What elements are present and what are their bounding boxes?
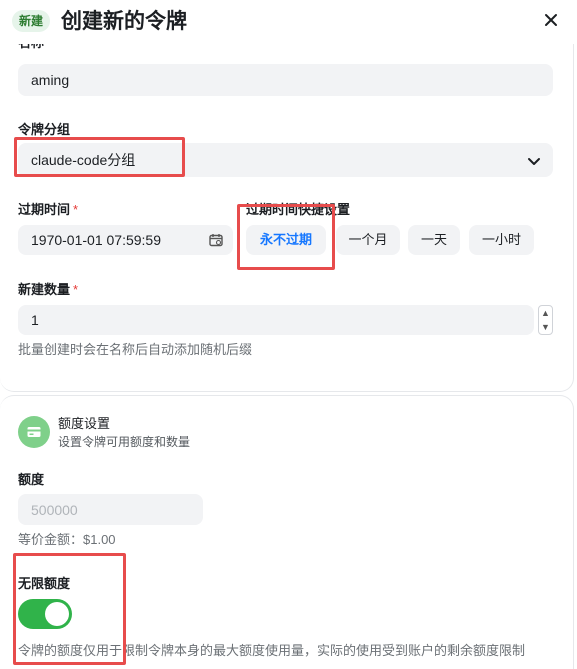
equiv-amount-text: 等价金额：$1.00	[18, 532, 116, 547]
expiry-label: 过期时间 *	[18, 202, 79, 217]
group-select-value: claude-code分组	[31, 152, 136, 168]
count-stepper[interactable]: ▲ ▼	[538, 305, 553, 335]
group-select[interactable]: claude-code分组	[18, 143, 553, 177]
count-input-value: 1	[31, 312, 39, 328]
unlimited-label: 无限额度	[18, 576, 71, 591]
quick-expiry-month[interactable]: 一个月	[336, 225, 400, 255]
quick-expiry-hour[interactable]: 一小时	[469, 225, 534, 255]
group-label: 令牌分组	[18, 122, 71, 137]
quota-input[interactable]: 500000	[18, 494, 203, 525]
close-icon[interactable]	[541, 10, 561, 30]
stepper-down-icon[interactable]: ▼	[539, 320, 552, 334]
name-input-value: aming	[31, 72, 70, 88]
count-help-text: 批量创建时会在名称后自动添加随机后缀	[18, 342, 253, 357]
expiry-date-input[interactable]: 1970-01-01 07:59:59	[18, 225, 233, 255]
quota-note-text: 令牌的额度仅用于限制令牌本身的最大额度使用量，实际的使用受到账户的剩余额度限制	[18, 643, 526, 658]
calendar-icon[interactable]	[209, 233, 223, 247]
modal-title: 创建新的令牌	[61, 10, 187, 33]
unlimited-toggle[interactable]	[18, 599, 72, 629]
count-label: 新建数量 *	[18, 282, 79, 297]
modal-header: 新建 创建新的令牌	[0, 0, 577, 44]
expiry-date-value: 1970-01-01 07:59:59	[31, 232, 161, 248]
quota-input-placeholder: 500000	[31, 501, 78, 518]
credit-card-icon	[18, 416, 50, 448]
count-input[interactable]: 1	[18, 305, 534, 335]
toggle-knob	[45, 602, 69, 626]
name-input[interactable]: aming	[18, 64, 553, 96]
quick-expiry-never[interactable]: 永不过期	[246, 225, 326, 255]
stepper-up-icon[interactable]: ▲	[539, 306, 552, 320]
quick-expiry-day[interactable]: 一天	[408, 225, 460, 255]
quota-label: 额度	[18, 472, 45, 487]
chevron-down-icon	[527, 154, 541, 168]
new-badge: 新建	[12, 10, 51, 32]
quota-section-subtitle: 设置令牌可用额度和数量	[58, 435, 191, 449]
quota-section-title: 额度设置	[58, 416, 111, 431]
quick-expiry-label: 过期时间快捷设置	[246, 202, 351, 217]
